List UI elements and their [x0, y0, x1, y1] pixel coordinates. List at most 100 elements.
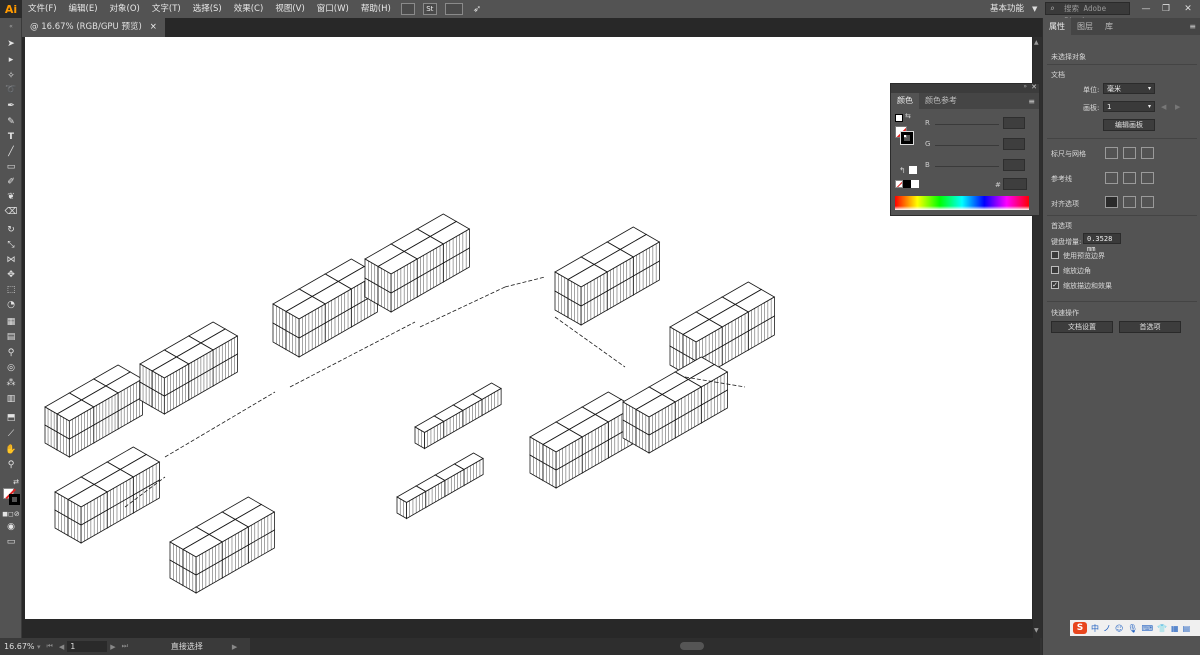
default-colors-icon[interactable]: [895, 114, 903, 122]
prev-artboard-icon[interactable]: ◀: [56, 643, 67, 651]
next-artboard-icon[interactable]: ▶: [1175, 103, 1180, 111]
magic-wand-tool-icon[interactable]: ✧: [3, 70, 19, 82]
artboard-tool-icon[interactable]: ⬒: [3, 412, 19, 424]
scroll-up-icon[interactable]: ▲: [1034, 39, 1039, 46]
ruler-icon[interactable]: [1105, 147, 1118, 159]
panel-menu-icon[interactable]: ≡: [1189, 18, 1196, 35]
preferences-button[interactable]: 首选项: [1119, 321, 1181, 333]
sogou-icon[interactable]: S: [1073, 622, 1087, 634]
blend-tool-icon[interactable]: ◎: [3, 362, 19, 374]
menu-help[interactable]: 帮助(H): [355, 0, 397, 18]
menu-file[interactable]: 文件(F): [22, 0, 63, 18]
red-channel-row[interactable]: R: [925, 117, 1025, 131]
ime-emoji-icon[interactable]: ☺: [1115, 624, 1123, 633]
bridge-icon[interactable]: [400, 3, 415, 15]
perspective-grid-tool-icon[interactable]: ▦: [3, 316, 19, 328]
hex-input[interactable]: [1003, 178, 1027, 190]
blue-slider[interactable]: [935, 166, 999, 167]
eyedropper-tool-icon[interactable]: ⚲: [3, 347, 19, 359]
white-swatch[interactable]: [911, 180, 919, 188]
eraser-tool-icon[interactable]: ⌫: [3, 206, 19, 218]
column-graph-tool-icon[interactable]: ▥: [3, 393, 19, 405]
scale-corners-checkbox[interactable]: [1051, 266, 1059, 274]
hand-tool-icon[interactable]: ✋: [3, 444, 19, 456]
next-artboard-icon[interactable]: ▶: [107, 643, 118, 651]
green-slider[interactable]: [935, 145, 999, 146]
paintbrush-tool-icon[interactable]: ✐: [3, 176, 19, 188]
snap-to-pixel-icon[interactable]: [1123, 196, 1136, 208]
tab-properties[interactable]: 属性: [1043, 18, 1071, 35]
close-panel-icon[interactable]: ✕: [1031, 83, 1037, 91]
slice-tool-icon[interactable]: ⟋: [3, 428, 19, 440]
menu-effect[interactable]: 效果(C): [228, 0, 270, 18]
green-channel-row[interactable]: G: [925, 138, 1025, 152]
scale-strokes-checkbox[interactable]: ✓: [1051, 281, 1059, 289]
use-preview-bounds-checkbox[interactable]: [1051, 251, 1059, 259]
swap-colors-icon[interactable]: ⇆: [905, 112, 911, 120]
free-transform-tool-icon[interactable]: ⬚: [3, 284, 19, 296]
tab-color[interactable]: 颜色: [891, 93, 919, 109]
lasso-tool-icon[interactable]: ➰: [3, 84, 19, 96]
document-tab[interactable]: @ 16.67% (RGB/GPU 预览) ×: [22, 18, 165, 37]
scroll-thumb[interactable]: [680, 642, 704, 650]
width-tool-icon[interactable]: ⋈: [3, 254, 19, 266]
black-swatch[interactable]: [903, 180, 911, 188]
menu-view[interactable]: 视图(V): [269, 0, 310, 18]
web-safe-swatch[interactable]: [909, 166, 917, 174]
first-artboard-icon[interactable]: ⏮: [44, 642, 56, 651]
workspace-switcher[interactable]: 基本功能: [990, 0, 1024, 18]
smart-guides-icon[interactable]: [1141, 172, 1154, 184]
line-tool-icon[interactable]: ╱: [3, 146, 19, 158]
current-tool-status[interactable]: 直接选择: [171, 641, 203, 652]
color-spectrum[interactable]: [895, 196, 1029, 210]
shape-builder-tool-icon[interactable]: ◔: [3, 299, 19, 311]
grid-icon[interactable]: [1123, 147, 1136, 159]
ime-toolbox-icon[interactable]: ▦: [1171, 624, 1179, 633]
green-value-input[interactable]: [1003, 138, 1025, 150]
selection-tool-icon[interactable]: ➤: [3, 38, 19, 50]
artboard-select[interactable]: 1 ▾: [1103, 101, 1155, 112]
ime-menu-icon[interactable]: ▤: [1183, 624, 1191, 633]
scale-tool-icon[interactable]: ⤡: [3, 239, 19, 251]
close-icon[interactable]: ✕: [1178, 0, 1198, 18]
status-menu-icon[interactable]: ▶: [229, 643, 240, 651]
stock-search-input[interactable]: ⌕ 搜索 Adobe Stock: [1045, 2, 1130, 25]
type-tool-icon[interactable]: T: [3, 131, 19, 143]
menu-window[interactable]: 窗口(W): [311, 0, 355, 18]
rectangle-tool-icon[interactable]: ▭: [3, 161, 19, 173]
ime-voice-icon[interactable]: 🎙: [1127, 624, 1137, 633]
puppet-warp-tool-icon[interactable]: ✥: [3, 269, 19, 281]
arrange-documents-icon[interactable]: [444, 3, 463, 15]
shaper-tool-icon[interactable]: ❦: [3, 191, 19, 203]
drawing-mode-icon[interactable]: ◉: [3, 521, 19, 533]
curvature-tool-icon[interactable]: ✎: [3, 116, 19, 128]
panel-header[interactable]: » ✕: [891, 83, 1039, 93]
out-of-gamut-icon[interactable]: ↰: [899, 166, 906, 175]
symbol-sprayer-tool-icon[interactable]: ⁂: [3, 377, 19, 389]
collapse-toolbar-icon[interactable]: «: [3, 20, 19, 32]
panel-menu-icon[interactable]: ≡: [1028, 97, 1035, 106]
units-select[interactable]: 毫米 ▾: [1103, 83, 1155, 94]
chevron-down-icon[interactable]: ▼: [1032, 0, 1037, 18]
color-mode-icons[interactable]: ◼◻⊘: [2, 508, 20, 520]
artboard-number[interactable]: 1: [67, 641, 108, 652]
blue-value-input[interactable]: [1003, 159, 1025, 171]
close-tab-icon[interactable]: ×: [150, 22, 157, 32]
artboard[interactable]: [25, 37, 1032, 619]
ime-chinese-mode[interactable]: 中: [1091, 623, 1099, 634]
minimize-icon[interactable]: —: [1136, 0, 1156, 18]
zoom-tool-icon[interactable]: ⚲: [3, 459, 19, 471]
menu-edit[interactable]: 编辑(E): [63, 0, 104, 18]
rotate-tool-icon[interactable]: ↻: [3, 224, 19, 236]
collapse-panel-icon[interactable]: »: [1023, 83, 1027, 90]
tab-color-guide[interactable]: 颜色参考: [919, 93, 963, 109]
stroke-color-swatch[interactable]: [900, 131, 914, 145]
menu-object[interactable]: 对象(O): [104, 0, 146, 18]
horizontal-scrollbar[interactable]: [250, 638, 1040, 655]
document-setup-button[interactable]: 文档设置: [1051, 321, 1113, 333]
swap-fill-stroke-icon[interactable]: ⇄: [12, 476, 20, 488]
prev-artboard-icon[interactable]: ◀: [1161, 103, 1166, 111]
tab-libraries[interactable]: 库: [1099, 18, 1119, 35]
screen-mode-icon[interactable]: ▭: [3, 536, 19, 548]
zoom-level[interactable]: 16.67%: [0, 642, 35, 651]
